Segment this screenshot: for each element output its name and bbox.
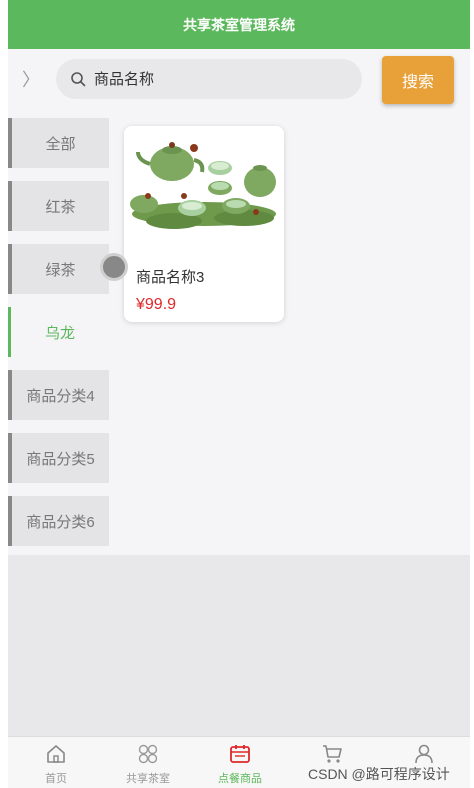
tab-label: 共享茶室 xyxy=(126,773,170,785)
tab-tearoom[interactable]: 共享茶室 xyxy=(102,737,194,788)
cart-icon xyxy=(323,745,342,763)
floating-drag-handle[interactable] xyxy=(100,253,128,281)
watermark: CSDN @路可程序设计 xyxy=(308,766,450,782)
search-box[interactable] xyxy=(56,59,362,99)
navigation-bar: 共享茶室管理系统 xyxy=(8,0,470,49)
category-item-4[interactable]: 商品分类4 xyxy=(8,370,109,420)
search-input[interactable] xyxy=(94,70,334,88)
search-button[interactable]: 搜索 xyxy=(382,56,454,104)
user-icon xyxy=(415,744,433,764)
product-price: ¥99.9 xyxy=(136,296,177,313)
tab-label: 点餐商品 xyxy=(218,773,262,785)
tab-order-products[interactable]: 点餐商品 xyxy=(194,737,286,788)
empty-area xyxy=(8,555,470,736)
app-frame: 共享茶室管理系统 〉 搜索 全部 红茶 绿茶 乌龙 商品分类4 商品分类5 商品… xyxy=(8,0,470,788)
category-item-green-tea[interactable]: 绿茶 xyxy=(8,244,109,294)
product-card[interactable]: 商品名称3 ¥99.9 xyxy=(124,126,284,322)
category-item-black-tea[interactable]: 红茶 xyxy=(8,181,109,231)
product-image xyxy=(124,126,284,244)
calendar-icon xyxy=(230,745,250,763)
grid-icon xyxy=(138,744,158,764)
product-name: 商品名称3 xyxy=(136,269,205,286)
tab-label: 首页 xyxy=(45,773,67,785)
search-icon xyxy=(71,72,86,87)
page-title: 共享茶室管理系统 xyxy=(183,16,295,33)
category-item-6[interactable]: 商品分类6 xyxy=(8,496,109,546)
category-item-all[interactable]: 全部 xyxy=(8,118,109,168)
tab-home[interactable]: 首页 xyxy=(10,737,102,788)
chevron-right-icon[interactable]: 〉 xyxy=(22,66,40,92)
home-icon xyxy=(47,745,65,763)
category-item-5[interactable]: 商品分类5 xyxy=(8,433,109,483)
category-item-oolong[interactable]: 乌龙 xyxy=(8,307,109,357)
